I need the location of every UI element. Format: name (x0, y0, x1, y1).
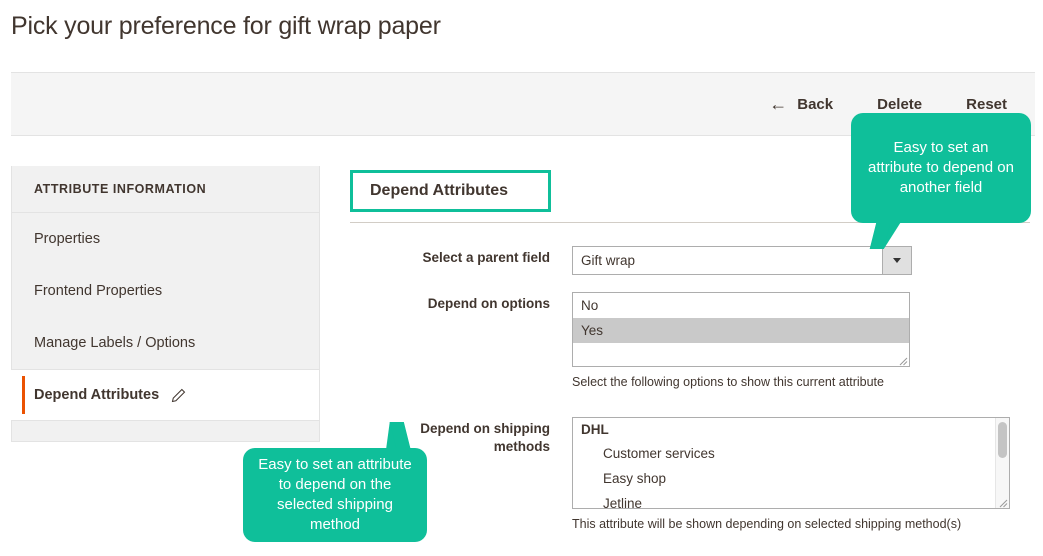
sidebar-item-label: Depend Attributes (34, 387, 160, 403)
page-title: Pick your preference for gift wrap paper (11, 12, 441, 40)
scrollbar-thumb[interactable] (998, 422, 1007, 458)
parent-field-value: Gift wrap (581, 253, 636, 268)
attribute-information-sidebar: ATTRIBUTE INFORMATION Properties Fronten… (11, 166, 320, 442)
sidebar-item-frontend-properties[interactable]: Frontend Properties (12, 265, 319, 317)
sidebar-item-manage-labels-options[interactable]: Manage Labels / Options (12, 317, 319, 369)
pencil-icon (171, 388, 186, 403)
sidebar-item-label: Properties (34, 231, 101, 247)
option-group-label: DHL (581, 422, 609, 437)
callout-text: Easy to set an attribute to depend on th… (258, 456, 412, 533)
callout-text: Easy to set an attribute to depend on an… (868, 139, 1014, 196)
depend-on-options-label: Depend on options (427, 296, 550, 311)
sidebar-item-label: Frontend Properties (34, 283, 163, 299)
option-item[interactable]: No (573, 293, 909, 318)
back-button-label: Back (797, 95, 834, 113)
callout-bubble-parent-field: Easy to set an attribute to depend on an… (851, 113, 1031, 249)
depend-on-options-multiselect[interactable]: No Yes (572, 292, 910, 367)
reset-button[interactable]: Reset (966, 96, 1007, 113)
shipping-label-line-1: Depend on shipping (420, 421, 550, 436)
sidebar-item-properties[interactable]: Properties (12, 213, 319, 265)
caret-glyph (893, 258, 901, 263)
back-button[interactable]: ← Back (769, 95, 833, 113)
depend-on-shipping-methods-row: Depend on shipping methods DHL Customer … (390, 417, 1010, 531)
option-item[interactable]: Jetline (573, 491, 1009, 508)
parent-field-select[interactable]: Gift wrap (572, 246, 912, 275)
callout-bubble-shipping-method: Easy to set an attribute to depend on th… (243, 422, 427, 542)
chevron-down-icon[interactable] (882, 247, 911, 274)
option-item[interactable]: Easy shop (573, 466, 1009, 491)
shipping-methods-multiselect[interactable]: DHL Customer services Easy shop Jetline (572, 417, 1010, 509)
sidebar-header: ATTRIBUTE INFORMATION (12, 166, 319, 213)
delete-button[interactable]: Delete (877, 96, 922, 113)
sidebar-filler (12, 421, 319, 441)
parent-field-row: Select a parent field Gift wrap (390, 246, 912, 275)
parent-field-label: Select a parent field (422, 250, 550, 265)
section-title: Depend Attributes (350, 170, 552, 212)
resize-grip-icon[interactable] (996, 495, 1008, 508)
resize-grip-icon[interactable] (896, 353, 908, 366)
option-item[interactable]: Customer services (573, 441, 1009, 466)
sidebar-item-depend-attributes[interactable]: Depend Attributes (11, 369, 319, 421)
option-item-selected[interactable]: Yes (573, 318, 909, 343)
depend-on-options-help: Select the following options to show thi… (572, 375, 884, 389)
arrow-left-icon: ← (769, 94, 788, 114)
shipping-methods-help: This attribute will be shown depending o… (572, 517, 962, 531)
depend-on-options-row: Depend on options No Yes Select the foll… (390, 292, 910, 389)
sidebar-item-label: Manage Labels / Options (34, 335, 196, 351)
